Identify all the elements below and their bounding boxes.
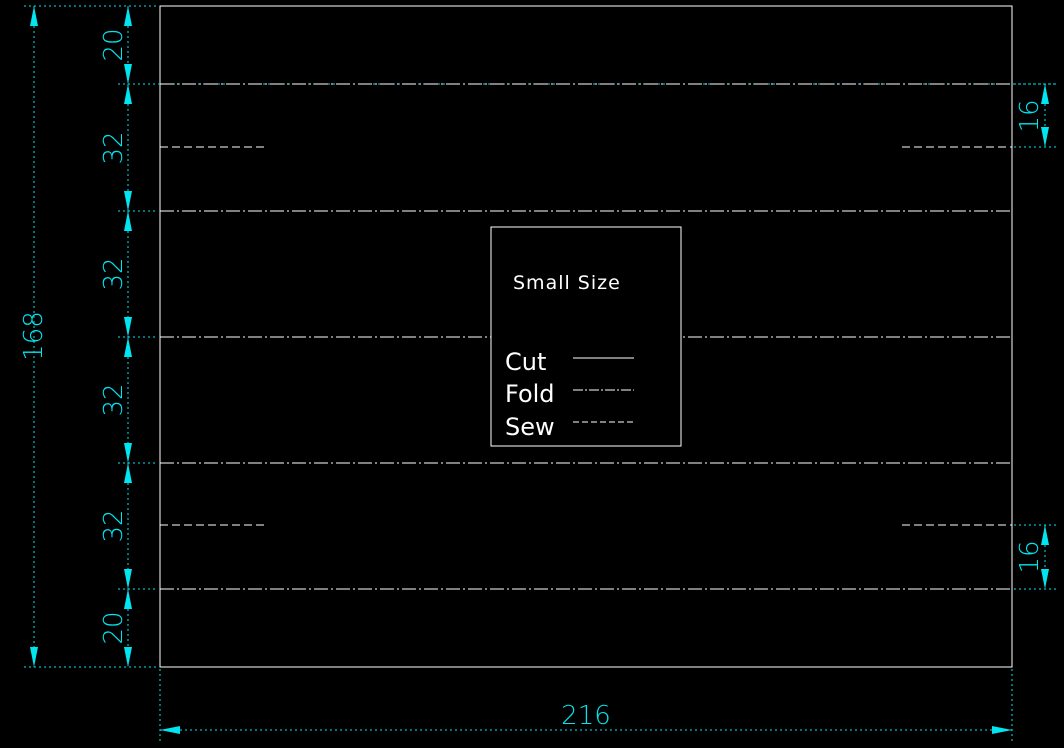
sew-offset-top-label: 16 [1015,99,1045,132]
legend-item-label: Cut [505,348,546,376]
segment-label: 32 [99,257,129,290]
legend: Small Size Cut Fold Sew [490,226,682,447]
segment-label: 32 [99,131,129,164]
width-dimension-label: 216 [561,701,611,731]
legend-item-label: Sew [505,413,555,441]
sew-offset-bottom-label: 16 [1015,540,1045,573]
legend-title: Small Size [513,272,621,294]
segment-label: 32 [99,509,129,542]
pattern-drawing: 168 20 32 32 32 32 20 16 16 216 Small Si… [19,5,1056,744]
height-dimension-label: 168 [19,311,49,361]
segment-label: 32 [99,383,129,416]
segment-label: 20 [99,28,129,61]
segment-label: 20 [99,611,129,644]
legend-item-label: Fold [505,380,555,408]
